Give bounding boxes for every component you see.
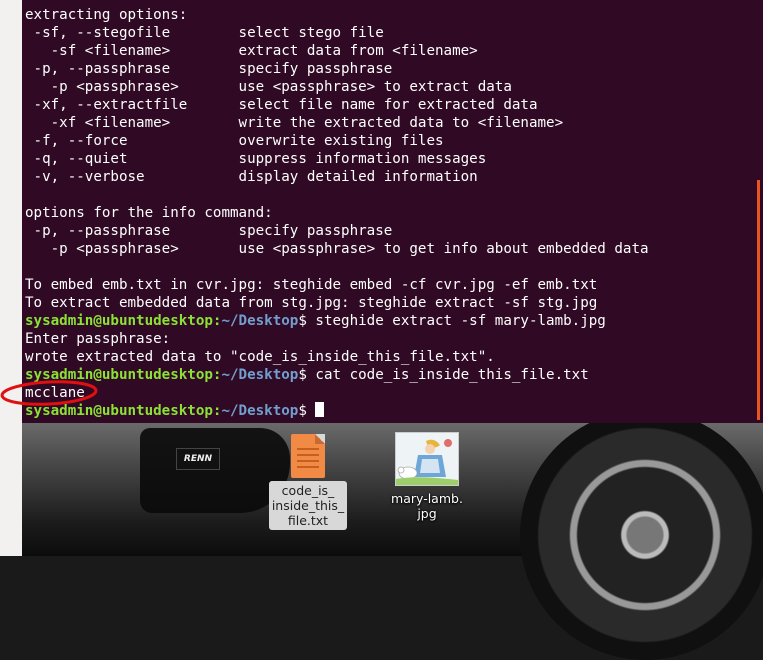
terminal-output-line: -q, --quiet suppress information message… <box>25 151 487 167</box>
terminal-output-line: -f, --force overwrite existing files <box>25 133 444 149</box>
terminal-output-line: -sf, --stegofile select stego file <box>25 25 384 41</box>
desktop-icon-label: mary-lamb. jpg <box>391 491 463 521</box>
terminal-output-line: extracting options: <box>25 7 188 23</box>
terminal-output-line: -sf <filename> extract data from <filena… <box>25 43 478 59</box>
terminal-output-line <box>25 186 649 204</box>
terminal-window[interactable]: extracting options: -sf, --stegofile sel… <box>22 0 754 423</box>
terminal-prompt-line: sysadmin@ubuntudesktop:~/Desktop$ cat co… <box>25 366 649 384</box>
terminal-cursor <box>315 402 325 417</box>
prompt-symbol: $ <box>298 313 307 329</box>
prompt-command <box>307 403 316 419</box>
desktop-icon-mary-lamb[interactable]: mary-lamb. jpg <box>382 432 472 523</box>
prompt-user-host: sysadmin@ubuntudesktop <box>25 403 213 419</box>
terminal-output-line: Enter passphrase: <box>25 331 171 347</box>
prompt-symbol: $ <box>298 403 307 419</box>
terminal-scrollbar[interactable] <box>754 0 763 423</box>
terminal-output-line: wrote extracted data to "code_is_inside_… <box>25 349 495 365</box>
image-thumbnail-icon <box>395 432 459 486</box>
prompt-user-host: sysadmin@ubuntudesktop <box>25 367 213 383</box>
prompt-path: ~/Desktop <box>221 367 299 383</box>
desktop-icon-code-file[interactable]: code_is_ inside_this_ file.txt <box>263 434 353 530</box>
terminal-output-line: -xf, --extractfile select file name for … <box>25 97 538 113</box>
terminal-output-line: mcclane <box>25 385 85 401</box>
prompt-command: cat code_is_inside_this_file.txt <box>306 367 589 383</box>
terminal-output[interactable]: extracting options: -sf, --stegofile sel… <box>25 6 649 420</box>
terminal-output-line: -p, --passphrase specify passphrase <box>25 223 393 239</box>
terminal-output-line: options for the info command: <box>25 205 273 221</box>
prompt-path: ~/Desktop <box>221 313 299 329</box>
terminal-output-line: -p <passphrase> use <passphrase> to get … <box>25 241 649 257</box>
terminal-output-line <box>25 258 649 276</box>
prompt-command: steghide extract -sf mary-lamb.jpg <box>306 313 606 329</box>
prompt-path: ~/Desktop <box>221 403 299 419</box>
terminal-output-line: To extract embedded data from stg.jpg: s… <box>25 295 598 311</box>
terminal-output-line: -xf <filename> write the extracted data … <box>25 115 564 131</box>
terminal-output-line: -p, --passphrase specify passphrase <box>25 61 393 77</box>
scrollbar-thumb[interactable] <box>757 180 760 420</box>
terminal-output-line: -p <passphrase> use <passphrase> to extr… <box>25 79 512 95</box>
text-file-icon <box>291 434 325 478</box>
desktop-icon-label: code_is_ inside_this_ file.txt <box>268 481 348 530</box>
prompt-symbol: $ <box>298 367 307 383</box>
wallpaper-car-wheel <box>520 410 763 660</box>
terminal-output-line: -v, --verbose display detailed informati… <box>25 169 478 185</box>
terminal-prompt-line: sysadmin@ubuntudesktop:~/Desktop$ <box>25 402 649 420</box>
wallpaper-plate: RENN <box>176 448 220 470</box>
terminal-prompt-line: sysadmin@ubuntudesktop:~/Desktop$ steghi… <box>25 312 649 330</box>
terminal-output-line: To embed emb.txt in cvr.jpg: steghide em… <box>25 277 598 293</box>
left-panel-strip <box>0 0 22 556</box>
prompt-user-host: sysadmin@ubuntudesktop <box>25 313 213 329</box>
